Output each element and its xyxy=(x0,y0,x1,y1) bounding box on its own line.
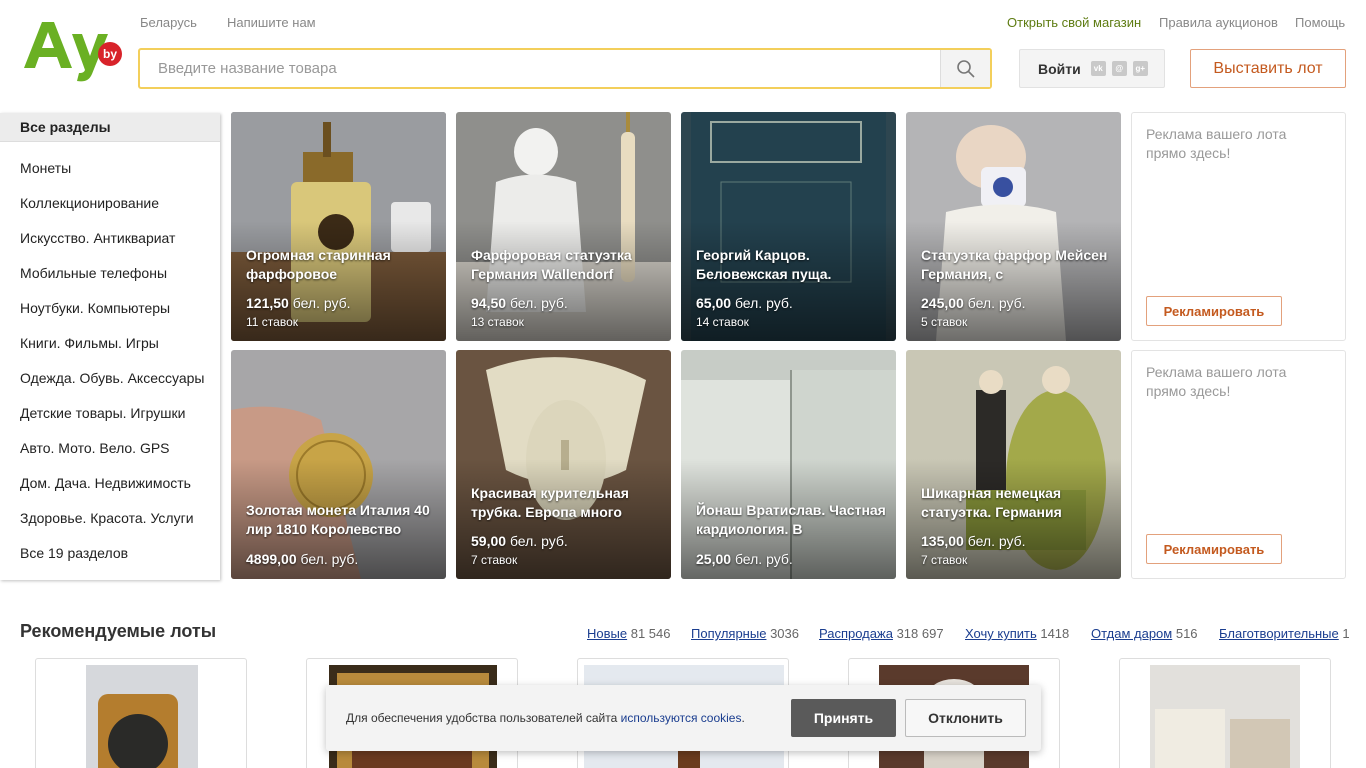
post-lot-button[interactable]: Выставить лот xyxy=(1190,49,1346,88)
lot-price: 121,50 бел. руб. xyxy=(246,295,351,311)
sidebar-item-health[interactable]: Здоровье. Красота. Услуги xyxy=(0,501,220,536)
lot-tile[interactable]: Статуэтка фарфор Мейсен Германия, с 245,… xyxy=(906,112,1121,341)
search-input[interactable] xyxy=(140,50,940,87)
login-button[interactable]: Войти vk @ g+ xyxy=(1019,49,1165,88)
cookie-banner: Для обеспечения удобства пользователей с… xyxy=(326,685,1041,751)
lot-price: 135,00 бел. руб. xyxy=(921,533,1026,549)
lot-bids: 7 ставок xyxy=(921,553,968,567)
filter-want-to-buy[interactable]: Хочу купить xyxy=(965,626,1037,641)
help-link[interactable]: Помощь xyxy=(1295,15,1345,30)
sidebar-item-phones[interactable]: Мобильные телефоны xyxy=(0,256,220,291)
card-image xyxy=(1150,665,1300,768)
filter-charity[interactable]: Благотворительные xyxy=(1219,626,1339,641)
sidebar-item-books[interactable]: Книги. Фильмы. Игры xyxy=(0,326,220,361)
sidebar-item-art[interactable]: Искусство. Антиквариат xyxy=(0,221,220,256)
filter-new[interactable]: Новые xyxy=(587,626,627,641)
lot-bids: 13 ставок xyxy=(471,315,524,329)
lot-title: Золотая монета Италия 40 лир 1810 Короле… xyxy=(246,502,430,537)
cookie-message: Для обеспечения удобства пользователей с… xyxy=(346,711,745,725)
filter-give-free[interactable]: Отдам даром xyxy=(1091,626,1172,641)
lot-title: Статуэтка фарфор Мейсен Германия, с xyxy=(921,247,1108,282)
ad-slot: Реклама вашего лота прямо здесь! Реклами… xyxy=(1131,112,1346,341)
sidebar-item-kids[interactable]: Детские товары. Игрушки xyxy=(0,396,220,431)
lot-price: 4899,00 бел. руб. xyxy=(246,551,359,567)
lot-title: Шикарная немецкая статуэтка. Германия xyxy=(921,485,1062,520)
accept-cookies-button[interactable]: Принять xyxy=(791,699,896,737)
sidebar-item-auto[interactable]: Авто. Мото. Вело. GPS xyxy=(0,431,220,466)
recommended-title: Рекомендуемые лоты xyxy=(20,621,217,641)
lot-price: 245,00 бел. руб. xyxy=(921,295,1026,311)
open-shop-link[interactable]: Открыть свой магазин xyxy=(1007,15,1141,30)
site-logo[interactable]: by xyxy=(22,18,124,84)
lot-bids: 5 ставок xyxy=(921,315,968,329)
lot-tile[interactable]: Йонаш Вратислав. Частная кардиология. В … xyxy=(681,350,896,579)
recommended-card[interactable] xyxy=(1119,658,1331,768)
lot-tile[interactable]: Фарфоровая статуэтка Германия Wallendorf… xyxy=(456,112,671,341)
lot-tile[interactable]: Шикарная немецкая статуэтка. Германия 13… xyxy=(906,350,1121,579)
lot-tile[interactable]: Огромная старинная фарфоровое 121,50 бел… xyxy=(231,112,446,341)
ad-text: Реклама вашего лота прямо здесь! xyxy=(1146,364,1287,399)
sidebar-item-coins[interactable]: Монеты xyxy=(0,151,220,186)
sidebar-item-clothes[interactable]: Одежда. Обувь. Аксессуары xyxy=(0,361,220,396)
search-icon xyxy=(956,59,975,78)
lot-price: 65,00 бел. руб. xyxy=(696,295,793,311)
region-link[interactable]: Беларусь xyxy=(140,15,197,30)
google-plus-icon[interactable]: g+ xyxy=(1132,61,1148,76)
ad-slot: Реклама вашего лота прямо здесь! Реклами… xyxy=(1131,350,1346,579)
search-bar xyxy=(138,48,992,89)
lot-tile[interactable]: Золотая монета Италия 40 лир 1810 Короле… xyxy=(231,350,446,579)
lot-price: 94,50 бел. руб. xyxy=(471,295,568,311)
lot-bids: 14 ставок xyxy=(696,315,749,329)
logo-badge: by xyxy=(103,47,117,61)
filter-sale[interactable]: Распродажа xyxy=(819,626,893,641)
filter-popular[interactable]: Популярные xyxy=(691,626,766,641)
lot-tile[interactable]: Георгий Карцов. Беловежская пуща. 65,00 … xyxy=(681,112,896,341)
lot-title: Йонаш Вратислав. Частная кардиология. В xyxy=(696,502,886,537)
advertise-button[interactable]: Рекламировать xyxy=(1146,296,1282,326)
advertise-button[interactable]: Рекламировать xyxy=(1146,534,1282,564)
mail-icon[interactable]: @ xyxy=(1111,61,1127,76)
lot-price: 59,00 бел. руб. xyxy=(471,533,568,549)
lot-bids: 7 ставок xyxy=(471,553,518,567)
recommended-card[interactable] xyxy=(35,658,247,768)
sidebar-item-computers[interactable]: Ноутбуки. Компьютеры xyxy=(0,291,220,326)
decline-cookies-button[interactable]: Отклонить xyxy=(905,699,1026,737)
logo-graphic: by xyxy=(24,22,122,82)
rules-link[interactable]: Правила аукционов xyxy=(1159,15,1278,30)
card-image xyxy=(86,665,198,768)
sidebar-item-home[interactable]: Дом. Дача. Недвижимость xyxy=(0,466,220,501)
lot-title: Красивая курительная трубка. Европа мног… xyxy=(471,485,629,520)
ad-text: Реклама вашего лота прямо здесь! xyxy=(1146,126,1287,161)
lot-bids: 11 ставок xyxy=(246,315,298,329)
contact-link[interactable]: Напишите нам xyxy=(227,15,316,30)
sidebar-item-collecting[interactable]: Коллекционирование xyxy=(0,186,220,221)
lot-title: Фарфоровая статуэтка Германия Wallendorf xyxy=(471,247,632,282)
login-label: Войти xyxy=(1038,60,1081,77)
category-sidebar: Все разделы Монеты Коллекционирование Ис… xyxy=(0,113,220,580)
sidebar-item-all[interactable]: Все 19 разделов xyxy=(0,536,220,571)
lot-price: 25,00 бел. руб. xyxy=(696,551,793,567)
cookie-policy-link[interactable]: используются cookies xyxy=(621,711,742,725)
sidebar-title[interactable]: Все разделы xyxy=(0,113,220,142)
lot-title: Огромная старинная фарфоровое xyxy=(246,247,391,282)
vk-icon[interactable]: vk xyxy=(1090,61,1106,76)
lot-title: Георгий Карцов. Беловежская пуща. xyxy=(696,247,832,282)
search-button[interactable] xyxy=(940,50,990,87)
lot-tile[interactable]: Красивая курительная трубка. Европа мног… xyxy=(456,350,671,579)
